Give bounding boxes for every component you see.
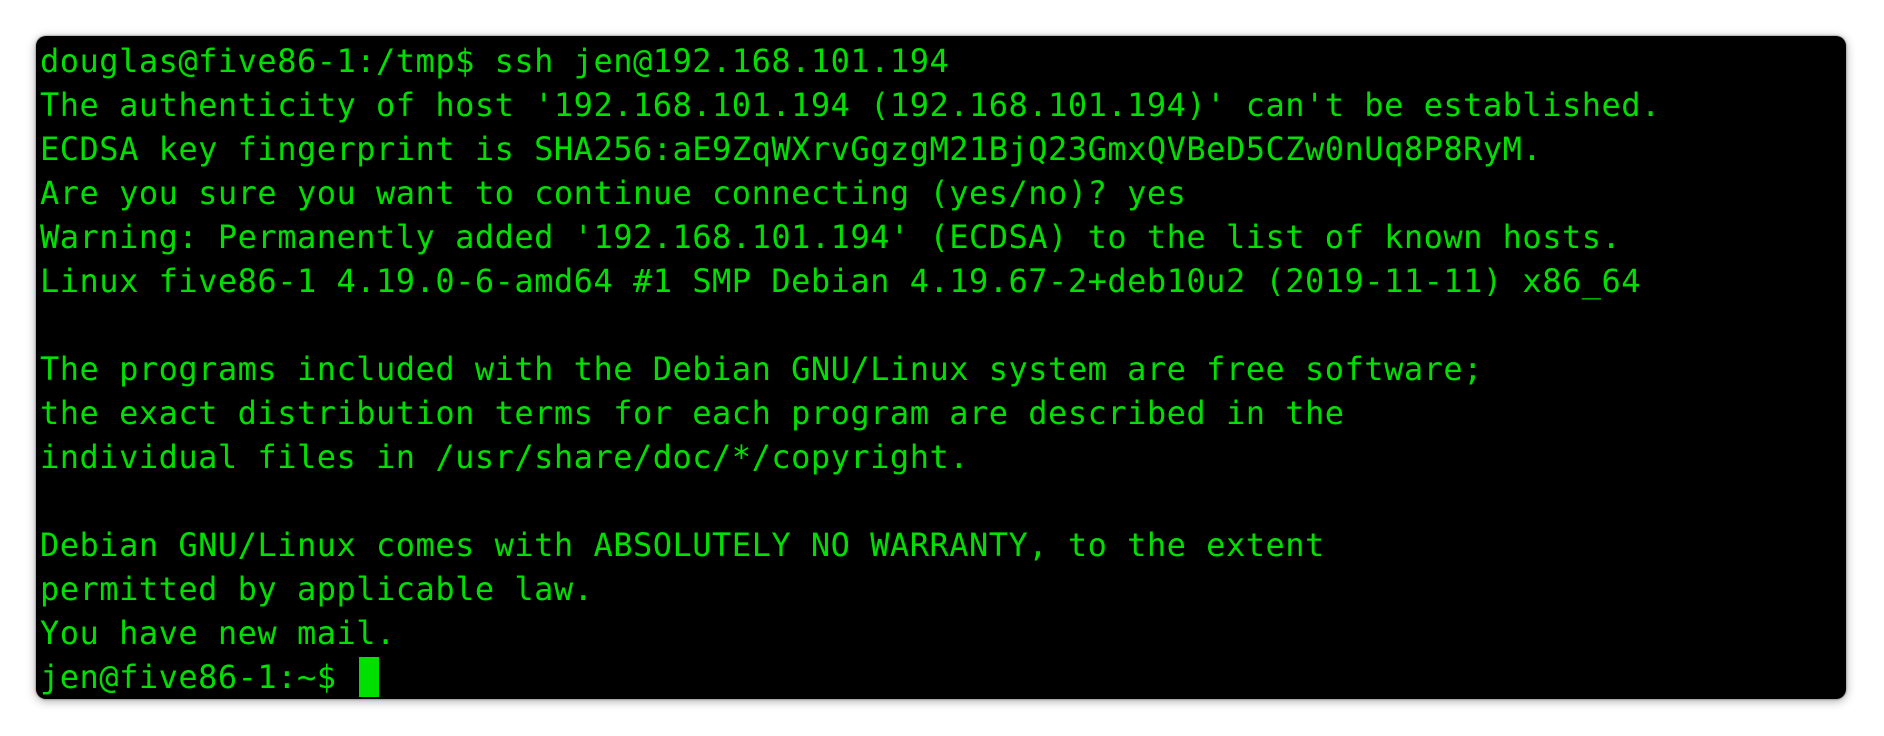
terminal-line: Linux five86-1 4.19.0-6-amd64 #1 SMP Deb…: [40, 262, 1642, 300]
terminal-line: Warning: Permanently added '192.168.101.…: [40, 218, 1622, 256]
terminal-line: You have new mail.: [40, 614, 396, 652]
terminal-output: douglas@five86-1:/tmp$ ssh jen@192.168.1…: [40, 39, 1842, 697]
terminal-line: douglas@five86-1:/tmp$ ssh jen@192.168.1…: [40, 42, 950, 80]
terminal-line: permitted by applicable law.: [40, 570, 594, 608]
terminal-line: The authenticity of host '192.168.101.19…: [40, 86, 1661, 124]
terminal-window[interactable]: douglas@five86-1:/tmp$ ssh jen@192.168.1…: [36, 36, 1846, 699]
terminal-line: Debian GNU/Linux comes with ABSOLUTELY N…: [40, 526, 1325, 564]
shell-prompt: jen@five86-1:~$: [40, 658, 357, 696]
page: douglas@five86-1:/tmp$ ssh jen@192.168.1…: [0, 0, 1884, 736]
terminal-line: ECDSA key fingerprint is SHA256:aE9ZqWXr…: [40, 130, 1543, 168]
terminal-line: Are you sure you want to continue connec…: [40, 174, 1187, 212]
terminal-line: individual files in /usr/share/doc/*/cop…: [40, 438, 969, 476]
command-prompt-line[interactable]: jen@five86-1:~$: [40, 655, 1842, 699]
terminal-cursor[interactable]: [359, 657, 380, 697]
terminal-line: The programs included with the Debian GN…: [40, 350, 1483, 388]
terminal-line: the exact distribution terms for each pr…: [40, 394, 1345, 432]
